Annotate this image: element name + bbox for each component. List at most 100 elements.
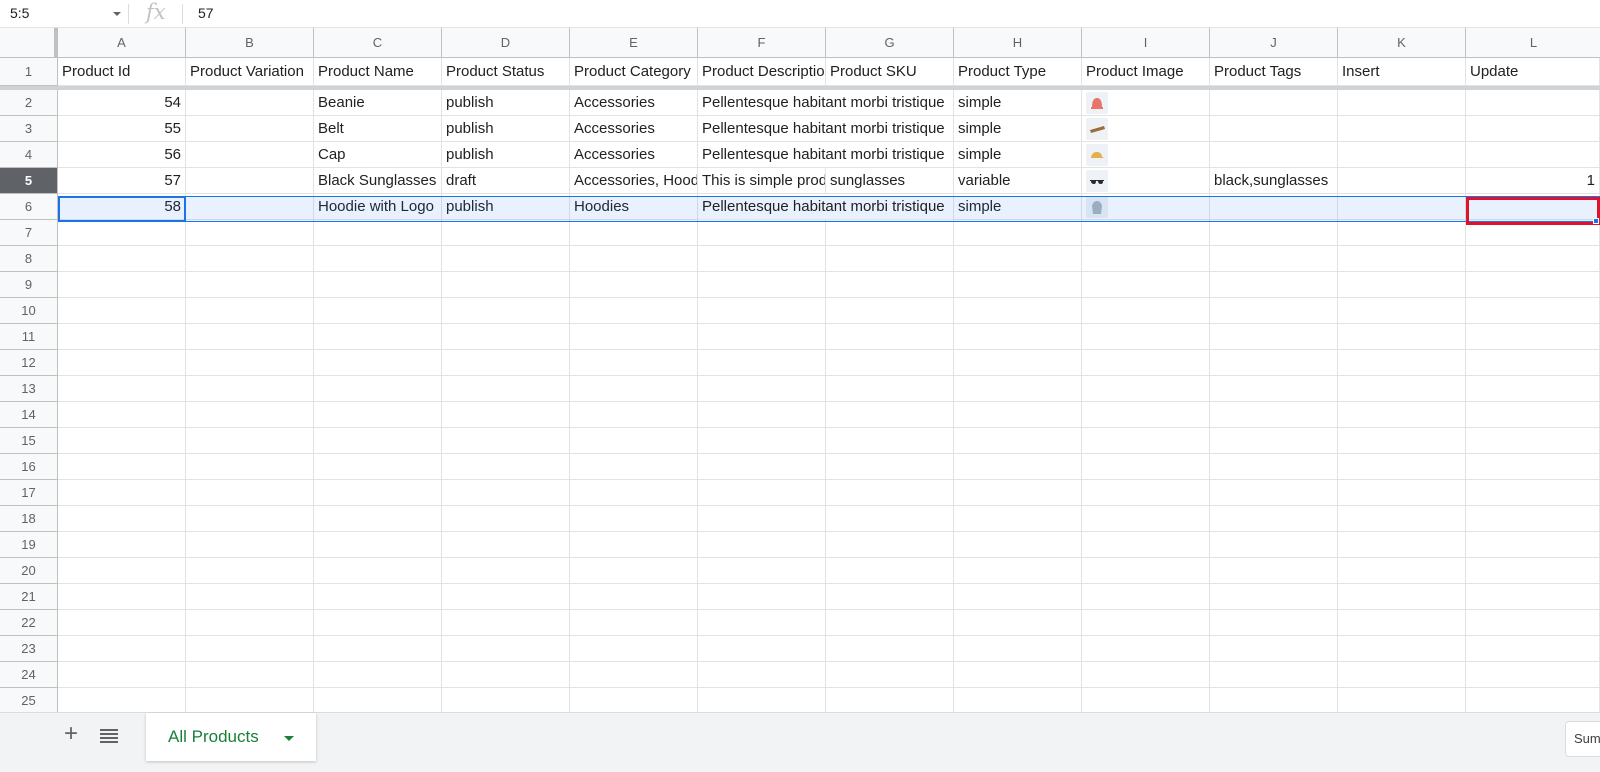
cell-i11[interactable] (1082, 324, 1210, 350)
cell-h22[interactable] (954, 610, 1082, 636)
cell-g13[interactable] (826, 376, 954, 402)
cell-b25[interactable] (186, 688, 314, 712)
row-header-5[interactable]: 5 (0, 168, 58, 194)
cell-g16[interactable] (826, 454, 954, 480)
cell-a4[interactable]: 56 (58, 142, 186, 168)
cell-j10[interactable] (1210, 298, 1338, 324)
cell-h6[interactable]: simple (954, 194, 1082, 220)
cell-l2[interactable] (1466, 90, 1600, 116)
cell-h20[interactable] (954, 558, 1082, 584)
row-header-25[interactable]: 25 (0, 688, 58, 712)
cell-c18[interactable] (314, 506, 442, 532)
cell-d4[interactable]: publish (442, 142, 570, 168)
cell-b14[interactable] (186, 402, 314, 428)
cell-e15[interactable] (570, 428, 698, 454)
cell-a16[interactable] (58, 454, 186, 480)
row-header-2[interactable]: 2 (0, 90, 58, 116)
cell-d9[interactable] (442, 272, 570, 298)
cell-k6[interactable] (1338, 194, 1466, 220)
fill-handle[interactable] (1593, 218, 1599, 224)
cell-d14[interactable] (442, 402, 570, 428)
cell-g14[interactable] (826, 402, 954, 428)
cell-e25[interactable] (570, 688, 698, 712)
cell-k2[interactable] (1338, 90, 1466, 116)
cell-e24[interactable] (570, 662, 698, 688)
cell-d19[interactable] (442, 532, 570, 558)
cell-d23[interactable] (442, 636, 570, 662)
cell-j12[interactable] (1210, 350, 1338, 376)
cell-d11[interactable] (442, 324, 570, 350)
cell-f25[interactable] (698, 688, 826, 712)
cell-j14[interactable] (1210, 402, 1338, 428)
cell-l5[interactable]: 1 (1466, 168, 1600, 194)
cell-f17[interactable] (698, 480, 826, 506)
cell-f7[interactable] (698, 220, 826, 246)
row-header-3[interactable]: 3 (0, 116, 58, 142)
cell-i21[interactable] (1082, 584, 1210, 610)
cell-i18[interactable] (1082, 506, 1210, 532)
cell-b15[interactable] (186, 428, 314, 454)
cell-g9[interactable] (826, 272, 954, 298)
cell-g12[interactable] (826, 350, 954, 376)
row-header-9[interactable]: 9 (0, 272, 58, 298)
cell-e11[interactable] (570, 324, 698, 350)
column-header-h[interactable]: H (954, 28, 1082, 58)
chevron-down-icon[interactable] (113, 12, 121, 16)
cell-d15[interactable] (442, 428, 570, 454)
cell-a22[interactable] (58, 610, 186, 636)
cell-c14[interactable] (314, 402, 442, 428)
cell-f9[interactable] (698, 272, 826, 298)
add-sheet-icon[interactable]: + (60, 722, 82, 746)
cell-k19[interactable] (1338, 532, 1466, 558)
cell-a24[interactable] (58, 662, 186, 688)
cell-j4[interactable] (1210, 142, 1338, 168)
cell-i1[interactable]: Product Image (1082, 58, 1210, 86)
cell-l15[interactable] (1466, 428, 1600, 454)
cell-j17[interactable] (1210, 480, 1338, 506)
cell-e12[interactable] (570, 350, 698, 376)
cell-f13[interactable] (698, 376, 826, 402)
cell-k12[interactable] (1338, 350, 1466, 376)
cell-b13[interactable] (186, 376, 314, 402)
column-header-l[interactable]: L (1466, 28, 1600, 58)
cell-h10[interactable] (954, 298, 1082, 324)
cell-e8[interactable] (570, 246, 698, 272)
row-header-11[interactable]: 11 (0, 324, 58, 350)
cell-c9[interactable] (314, 272, 442, 298)
cell-e19[interactable] (570, 532, 698, 558)
cell-a12[interactable] (58, 350, 186, 376)
cell-a13[interactable] (58, 376, 186, 402)
cell-h15[interactable] (954, 428, 1082, 454)
cell-c12[interactable] (314, 350, 442, 376)
cell-a14[interactable] (58, 402, 186, 428)
cell-c6[interactable]: Hoodie with Logo (314, 194, 442, 220)
cell-f21[interactable] (698, 584, 826, 610)
cell-a6[interactable]: 58 (58, 194, 186, 220)
cell-i10[interactable] (1082, 298, 1210, 324)
cell-k8[interactable] (1338, 246, 1466, 272)
cell-f16[interactable] (698, 454, 826, 480)
cell-f3[interactable]: Pellentesque habitant morbi tristique (698, 116, 954, 142)
cell-l19[interactable] (1466, 532, 1600, 558)
cell-k4[interactable] (1338, 142, 1466, 168)
cell-f1[interactable]: Product Description (698, 58, 826, 86)
cell-i25[interactable] (1082, 688, 1210, 712)
cell-j1[interactable]: Product Tags (1210, 58, 1338, 86)
cell-c1[interactable]: Product Name (314, 58, 442, 86)
cell-d18[interactable] (442, 506, 570, 532)
column-header-i[interactable]: I (1082, 28, 1210, 58)
cell-l9[interactable] (1466, 272, 1600, 298)
cell-f12[interactable] (698, 350, 826, 376)
row-header-8[interactable]: 8 (0, 246, 58, 272)
cell-c4[interactable]: Cap (314, 142, 442, 168)
cell-b6[interactable] (186, 194, 314, 220)
cell-a7[interactable] (58, 220, 186, 246)
cell-j20[interactable] (1210, 558, 1338, 584)
cell-g1[interactable]: Product SKU (826, 58, 954, 86)
cell-e7[interactable] (570, 220, 698, 246)
cell-l25[interactable] (1466, 688, 1600, 712)
cell-k23[interactable] (1338, 636, 1466, 662)
cell-h14[interactable] (954, 402, 1082, 428)
column-header-j[interactable]: J (1210, 28, 1338, 58)
cell-g21[interactable] (826, 584, 954, 610)
